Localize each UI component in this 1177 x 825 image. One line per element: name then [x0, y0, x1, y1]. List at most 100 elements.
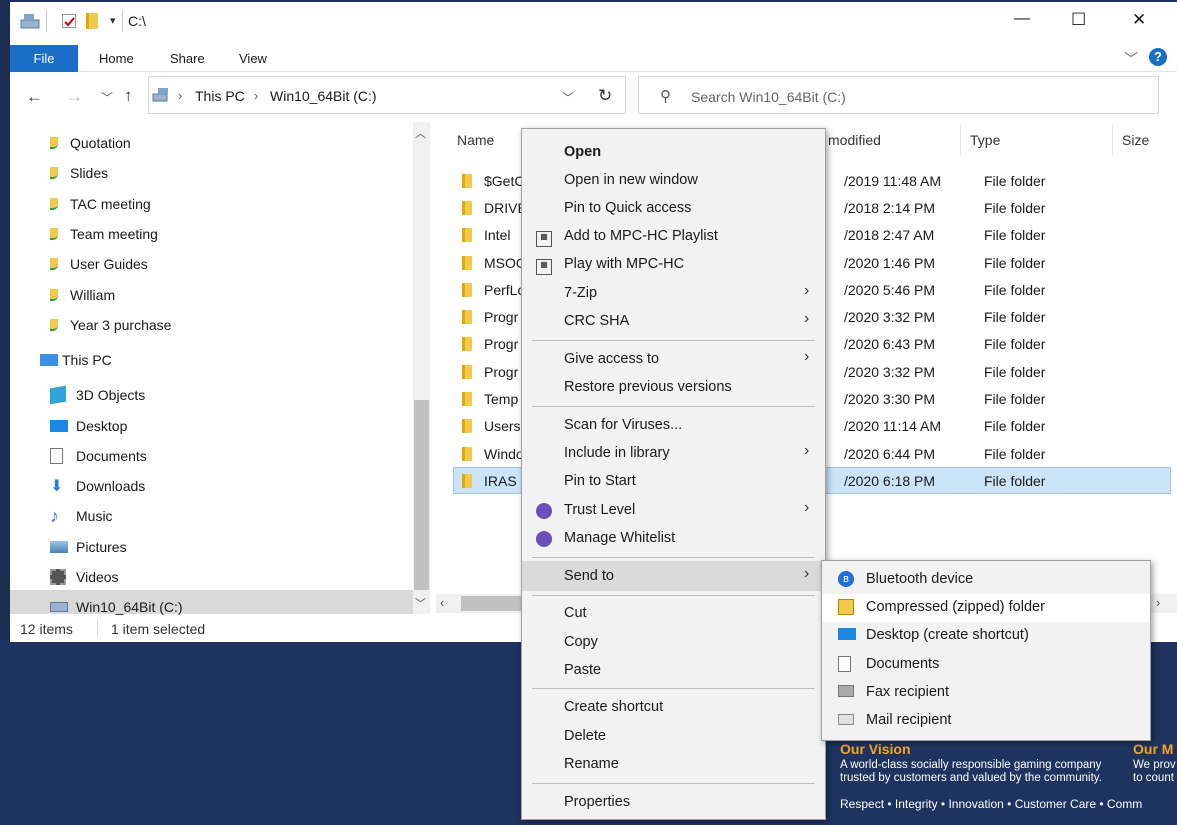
- tab-share[interactable]: Share: [170, 51, 205, 66]
- scroll-right-icon[interactable]: ›: [1156, 595, 1160, 610]
- search-placeholder[interactable]: Search Win10_64Bit (C:): [691, 89, 846, 105]
- nav-label: Team meeting: [70, 226, 158, 243]
- nav-item-desktop[interactable]: Desktop: [50, 410, 183, 440]
- menu-properties[interactable]: Properties: [564, 794, 630, 810]
- forward-arrow-icon[interactable]: →: [66, 87, 83, 107]
- tab-file[interactable]: File: [10, 45, 78, 72]
- nav-item-downloads[interactable]: ⬇ Downloads: [50, 471, 183, 501]
- menu-separator: [532, 688, 815, 689]
- recent-locations-chevron-icon[interactable]: ﹀: [101, 89, 113, 106]
- nav-item-quotation[interactable]: Quotation: [50, 128, 183, 158]
- menu-trust-level[interactable]: Trust Level: [564, 502, 635, 518]
- menu-paste[interactable]: Paste: [564, 662, 601, 678]
- mail-icon: [838, 714, 854, 725]
- tab-home[interactable]: Home: [99, 51, 134, 66]
- folder-icon: [462, 419, 472, 434]
- menu-pin-start[interactable]: Pin to Start: [564, 473, 636, 489]
- menu-give-access[interactable]: Give access to: [564, 351, 659, 367]
- back-arrow-icon[interactable]: ←: [26, 87, 43, 107]
- submenu-compressed-folder[interactable]: Compressed (zipped) folder: [866, 599, 1045, 615]
- nav-item-documents[interactable]: Documents: [50, 441, 183, 471]
- folder-icon: [462, 200, 472, 215]
- nav-item-tac-meeting[interactable]: TAC meeting: [50, 189, 183, 219]
- nav-item-year-3-purchase[interactable]: Year 3 purchase: [50, 310, 183, 340]
- menu-play-mpc[interactable]: Play with MPC-HC: [564, 256, 684, 272]
- menu-include-library[interactable]: Include in library: [564, 445, 670, 461]
- nav-item-team-meeting[interactable]: Team meeting: [50, 219, 183, 249]
- menu-send-to[interactable]: Send to: [564, 568, 614, 584]
- address-dropdown-icon[interactable]: ﹀: [562, 89, 574, 106]
- vision-line-2: trusted by customers and valued by the c…: [840, 772, 1102, 784]
- menu-cut[interactable]: Cut: [564, 605, 587, 621]
- menu-crc-sha[interactable]: CRC SHA: [564, 313, 629, 329]
- drive-icon: [50, 602, 68, 613]
- submenu-mail-recipient[interactable]: Mail recipient: [866, 712, 951, 728]
- menu-scan-viruses[interactable]: Scan for Viruses...: [564, 417, 682, 433]
- column-size[interactable]: Size: [1122, 132, 1149, 148]
- nav-label: Videos: [76, 569, 119, 585]
- menu-create-shortcut[interactable]: Create shortcut: [564, 699, 663, 715]
- folder-icon: [462, 255, 472, 270]
- nav-item-slides[interactable]: Slides: [50, 158, 183, 188]
- menu-copy[interactable]: Copy: [564, 634, 598, 650]
- drive-icon[interactable]: [20, 12, 42, 30]
- menu-rename[interactable]: Rename: [564, 756, 619, 772]
- properties-checkbox-icon[interactable]: [62, 14, 76, 28]
- ribbon-expand-icon[interactable]: ﹀: [1124, 49, 1138, 69]
- nav-items: Quotation Slides TAC meeting Team meetin…: [40, 128, 183, 622]
- refresh-icon[interactable]: ↻: [598, 86, 612, 106]
- column-type[interactable]: Type: [970, 132, 1000, 148]
- menu-manage-whitelist[interactable]: Manage Whitelist: [564, 530, 675, 546]
- quick-access-dropdown-icon[interactable]: ▾: [110, 14, 116, 27]
- file-modified: /2020 6:44 PM: [844, 445, 936, 462]
- up-arrow-icon[interactable]: ↑: [124, 86, 133, 106]
- column-modified[interactable]: modified: [828, 132, 881, 148]
- submenu-documents[interactable]: Documents: [866, 656, 939, 672]
- submenu-arrow-icon: ›: [804, 499, 810, 516]
- tab-view[interactable]: View: [239, 51, 267, 66]
- scroll-up-icon[interactable]: ︿: [415, 125, 426, 141]
- submenu-fax-recipient[interactable]: Fax recipient: [866, 684, 949, 700]
- breadcrumb-this-pc[interactable]: This PC: [195, 88, 245, 104]
- maximize-button[interactable]: ☐: [1071, 10, 1086, 30]
- submenu-arrow-icon: ›: [804, 310, 810, 327]
- zip-folder-icon: [838, 599, 854, 615]
- nav-item-videos[interactable]: Videos: [50, 562, 183, 592]
- nav-label: Win10_64Bit (C:): [76, 599, 183, 616]
- nav-label: Desktop: [76, 417, 128, 434]
- nav-label: This PC: [62, 352, 112, 369]
- nav-item-user-guides[interactable]: User Guides: [50, 249, 183, 279]
- synced-folder-icon: [50, 197, 58, 210]
- file-type: File folder: [984, 418, 1046, 435]
- scroll-down-icon[interactable]: ﹀: [415, 595, 426, 611]
- column-name[interactable]: Name: [457, 132, 494, 148]
- menu-open-new-window[interactable]: Open in new window: [564, 172, 698, 188]
- nav-item-pictures[interactable]: Pictures: [50, 532, 183, 562]
- menu-open[interactable]: Open: [564, 144, 601, 160]
- help-icon[interactable]: ?: [1149, 48, 1167, 66]
- minimize-button[interactable]: —: [1014, 10, 1030, 28]
- submenu-bluetooth[interactable]: Bluetooth device: [866, 571, 973, 587]
- nav-item-3d-objects[interactable]: 3D Objects: [50, 380, 183, 410]
- folder-icon: [462, 337, 472, 352]
- computer-icon: [40, 354, 58, 367]
- menu-separator: [532, 557, 815, 558]
- menu-7zip[interactable]: 7-Zip: [564, 285, 597, 301]
- folder-icon: [462, 392, 472, 407]
- submenu-desktop-shortcut[interactable]: Desktop (create shortcut): [866, 627, 1029, 643]
- new-folder-icon[interactable]: [86, 13, 98, 29]
- nav-item-this-pc[interactable]: This PC: [40, 340, 183, 380]
- file-modified: /2020 6:18 PM: [844, 472, 936, 489]
- menu-pin-quick-access[interactable]: Pin to Quick access: [564, 200, 691, 216]
- scroll-left-icon[interactable]: ‹: [440, 595, 444, 610]
- menu-delete[interactable]: Delete: [564, 728, 606, 744]
- close-button[interactable]: ✕: [1132, 10, 1146, 30]
- nav-scrollbar-thumb[interactable]: [414, 400, 429, 590]
- menu-add-mpc-playlist[interactable]: Add to MPC-HC Playlist: [564, 228, 718, 244]
- picture-icon: [50, 540, 68, 553]
- nav-item-william[interactable]: William: [50, 279, 183, 309]
- nav-item-music[interactable]: ♪ Music: [50, 501, 183, 531]
- breadcrumb-drive[interactable]: Win10_64Bit (C:): [270, 88, 377, 104]
- menu-restore-versions[interactable]: Restore previous versions: [564, 379, 732, 395]
- folder-icon: [462, 473, 472, 488]
